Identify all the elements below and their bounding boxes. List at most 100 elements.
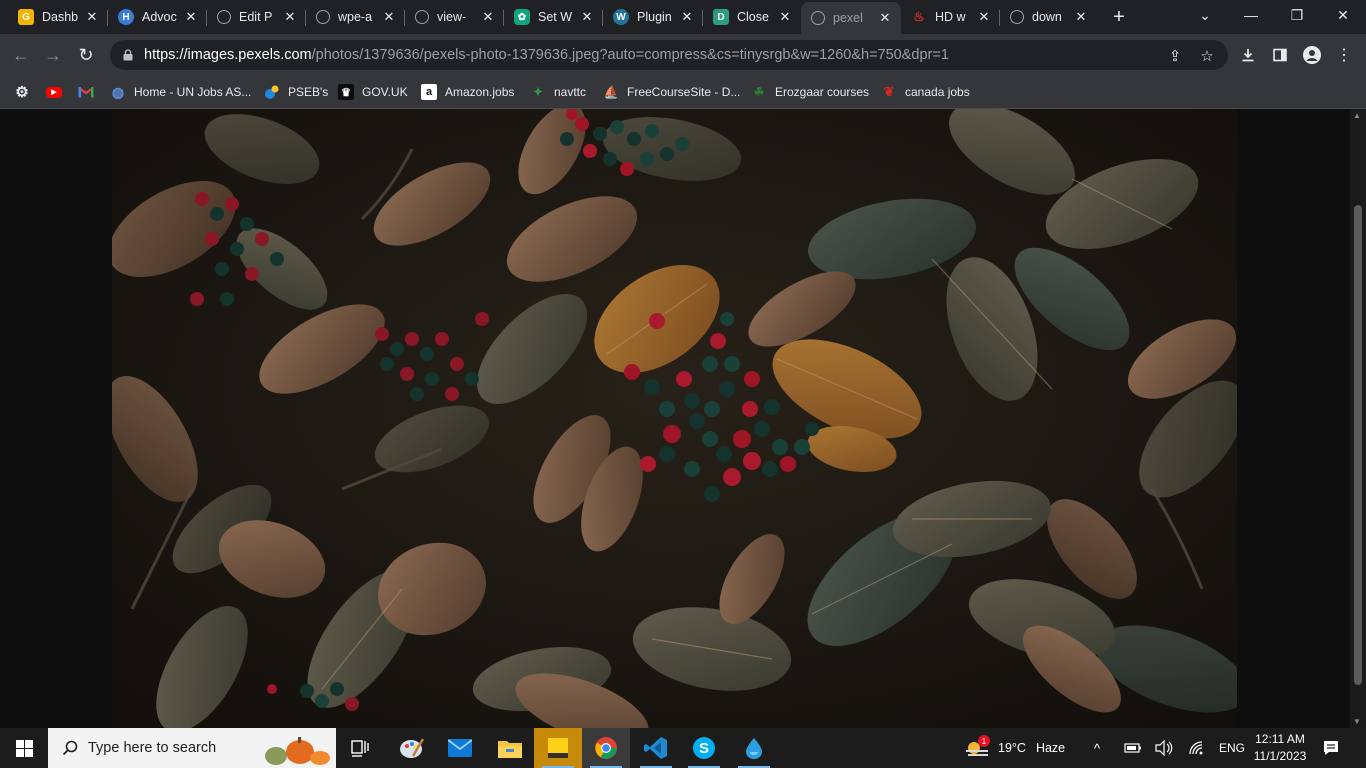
- bookmark-un-jobs[interactable]: ◍ Home - UN Jobs AS...: [110, 82, 251, 102]
- bookmark-pseb[interactable]: PSEB's: [264, 82, 328, 102]
- close-icon[interactable]: ✕: [976, 9, 992, 25]
- crown-icon: ♛: [338, 84, 354, 100]
- weather-notification-badge: 1: [978, 735, 990, 747]
- skype-app-button[interactable]: S: [680, 728, 728, 768]
- url-text[interactable]: https://images.pexels.com/photos/1379636…: [144, 47, 949, 63]
- bookmark-settings[interactable]: ⚙: [14, 82, 38, 102]
- bookmark-label: GOV.UK: [362, 85, 408, 99]
- url-host: https://images.pexels.com: [144, 47, 312, 63]
- tab-edit[interactable]: Edit P ✕: [207, 4, 306, 30]
- bookmark-youtube[interactable]: ▶: [46, 82, 70, 102]
- tab-view[interactable]: view- ✕: [405, 4, 504, 30]
- scroll-up-icon[interactable]: ▲: [1353, 111, 1361, 120]
- close-icon[interactable]: ✕: [1073, 9, 1089, 25]
- vscode-app-button[interactable]: [632, 728, 680, 768]
- menu-kebab-icon[interactable]: ⋮: [1334, 45, 1354, 65]
- back-button[interactable]: ←: [8, 42, 34, 68]
- profile-avatar-icon[interactable]: [1302, 45, 1322, 65]
- scroll-down-icon[interactable]: ▼: [1353, 717, 1361, 726]
- tab-title: down: [1032, 10, 1062, 24]
- pumpkins-search-highlight-icon: [265, 737, 330, 765]
- tab-pexels-active[interactable]: pexel ✕: [801, 2, 901, 34]
- tab-advoc[interactable]: H Advoc ✕: [108, 4, 207, 30]
- close-icon[interactable]: ✕: [84, 9, 100, 25]
- restore-button[interactable]: ❐: [1274, 0, 1320, 30]
- tab-close[interactable]: D Close ✕: [703, 4, 801, 30]
- pseb-icon: [264, 84, 280, 100]
- bookmark-gov-uk[interactable]: ♛ GOV.UK: [338, 82, 408, 102]
- weather-widget[interactable]: 1 19°C Haze: [964, 728, 1065, 768]
- bookmark-amazon-jobs[interactable]: a Amazon.jobs: [421, 82, 514, 102]
- taskbar-search-box[interactable]: Type here to search: [48, 728, 336, 768]
- close-icon[interactable]: ✕: [480, 9, 496, 25]
- close-icon[interactable]: ✕: [579, 9, 595, 25]
- download-icon[interactable]: [1238, 45, 1258, 65]
- network-status[interactable]: [1188, 728, 1206, 768]
- tab-down[interactable]: down ✕: [1000, 4, 1097, 30]
- bookmark-label: Home - UN Jobs AS...: [134, 85, 252, 99]
- mail-app-button[interactable]: [436, 728, 484, 768]
- task-view-icon: [351, 740, 369, 757]
- tab-plugin[interactable]: W Plugin ✕: [603, 4, 703, 30]
- bookmark-canada-jobs[interactable]: ❦ canada jobs: [881, 82, 970, 102]
- close-icon[interactable]: ✕: [183, 9, 199, 25]
- minimize-button[interactable]: —: [1228, 0, 1274, 30]
- wordpress-icon: W: [613, 9, 629, 25]
- chrome-icon: [595, 737, 617, 759]
- bookmark-erozgaar[interactable]: ☘ Erozgaar courses: [751, 82, 869, 102]
- volume-control[interactable]: [1155, 728, 1173, 768]
- chrome-app-button[interactable]: [582, 728, 630, 768]
- mail-icon: [448, 739, 472, 757]
- close-icon[interactable]: ✕: [777, 9, 793, 25]
- close-icon[interactable]: ✕: [877, 10, 893, 26]
- system-clock[interactable]: 12:11 AM 11/1/2023: [1245, 731, 1315, 765]
- tab-set[interactable]: ✿ Set W ✕: [504, 4, 603, 30]
- bookmark-label: navttc: [554, 85, 587, 99]
- battery-indicator[interactable]: [1124, 728, 1142, 768]
- close-icon[interactable]: ✕: [381, 9, 397, 25]
- vscode-icon: [644, 737, 667, 759]
- show-hidden-icons-button[interactable]: ^: [1094, 728, 1100, 768]
- tab-wpe[interactable]: wpe-a ✕: [306, 4, 405, 30]
- globe-icon: [1010, 10, 1024, 24]
- language-label: ENG: [1219, 741, 1246, 755]
- lock-icon[interactable]: [122, 49, 134, 61]
- language-indicator[interactable]: ENG: [1219, 728, 1245, 768]
- bookmark-navttc[interactable]: ✦ navttc: [530, 82, 586, 102]
- notification-icon: [1324, 741, 1338, 755]
- bookmarks-bar: ⚙ ▶ ◍ Home - UN Jobs AS... PSEB's ♛ GOV.…: [0, 76, 1366, 109]
- close-window-button[interactable]: ✕: [1320, 0, 1366, 30]
- close-icon[interactable]: ✕: [679, 9, 695, 25]
- page-scrollbar[interactable]: ▲ ▼: [1350, 109, 1366, 728]
- bookmark-star-icon[interactable]: ☆: [1198, 47, 1216, 65]
- paint-palette-icon: [400, 738, 425, 758]
- new-tab-button[interactable]: +: [1108, 6, 1130, 28]
- tab-hd[interactable]: ♨ HD w ✕: [901, 4, 1000, 30]
- start-button[interactable]: [0, 728, 48, 768]
- close-icon[interactable]: ✕: [282, 9, 298, 25]
- bookmark-freecoursesite[interactable]: ⛵ FreeCourseSite - D...: [603, 82, 741, 102]
- reload-button[interactable]: ↻: [73, 42, 99, 68]
- bookmark-label: canada jobs: [905, 85, 970, 99]
- bookmark-label: PSEB's: [288, 85, 329, 99]
- speaker-icon: [1155, 740, 1173, 756]
- forward-button[interactable]: →: [40, 42, 66, 68]
- tab-title: wpe-a: [338, 10, 373, 24]
- pexels-photo[interactable]: [112, 109, 1237, 728]
- bookmark-gmail[interactable]: [78, 82, 102, 102]
- share-icon[interactable]: ⇪: [1166, 47, 1184, 65]
- sticky-notes-button[interactable]: [534, 728, 582, 768]
- task-view-button[interactable]: [336, 728, 384, 768]
- paint-app-button[interactable]: [388, 728, 436, 768]
- tab-search-button[interactable]: ⌄: [1182, 0, 1228, 30]
- tab-title: Plugin: [637, 10, 672, 24]
- file-explorer-button[interactable]: [486, 728, 534, 768]
- g-logo-icon: G: [18, 9, 34, 25]
- edge-app-button[interactable]: [730, 728, 778, 768]
- scrollbar-thumb[interactable]: [1354, 205, 1362, 685]
- weather-description: Haze: [1035, 741, 1066, 755]
- side-panel-icon[interactable]: [1270, 45, 1290, 65]
- tab-dashboard[interactable]: G Dashb ✕: [8, 4, 108, 30]
- address-bar[interactable]: https://images.pexels.com/photos/1379636…: [110, 40, 1228, 70]
- action-center-button[interactable]: [1322, 728, 1340, 768]
